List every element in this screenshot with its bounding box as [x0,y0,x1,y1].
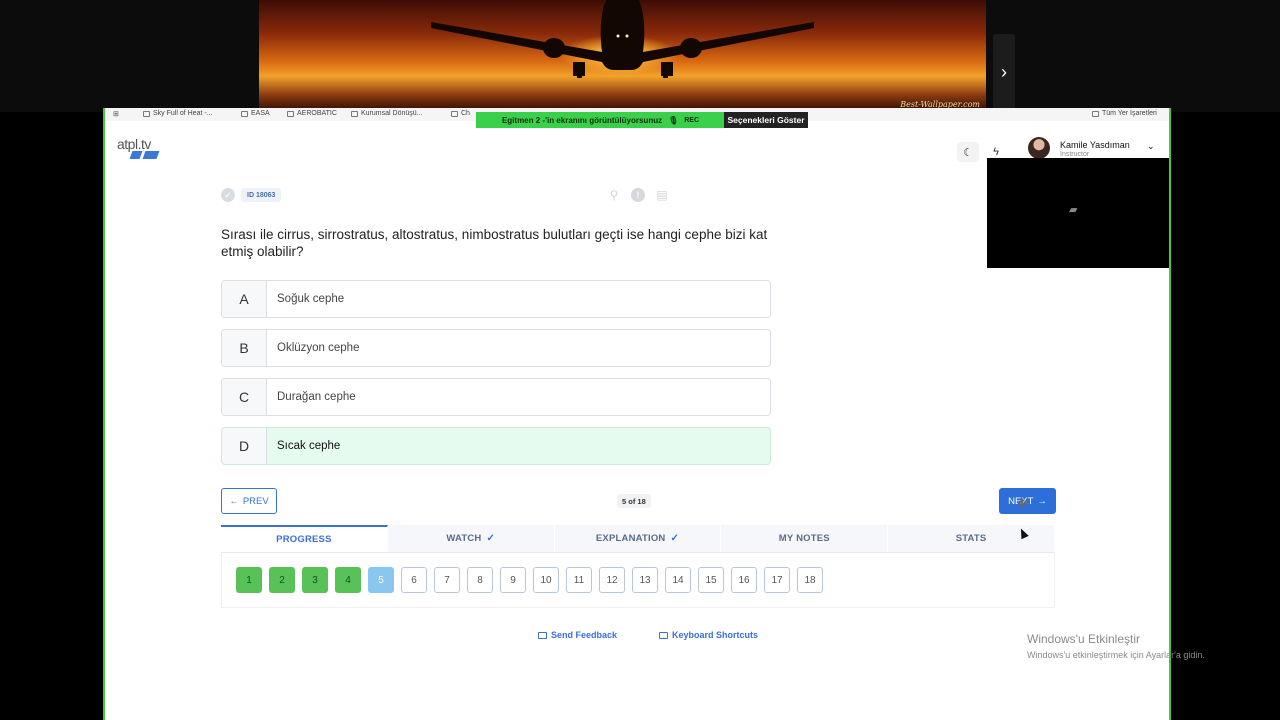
screen-share-topbar: Best-Wallpaper.com › [0,0,1280,112]
tab-my-notes[interactable]: MY NOTES [721,525,889,552]
rec-indicator: REC [684,116,700,124]
question-number-button[interactable]: 10 [533,567,559,593]
wallpaper-image: Best-Wallpaper.com [259,0,986,112]
question-number-button[interactable]: 15 [698,567,724,593]
screen: Best-Wallpaper.com › ⊞ Sky Full of Heat … [0,0,1280,720]
question-number-button[interactable]: 16 [731,567,757,593]
mic-icon: 🎙 [668,115,679,125]
question-number-button[interactable]: 1 [236,567,262,593]
check-circle-icon: ✓ [221,188,235,202]
moon-icon[interactable]: ☾ [957,142,979,162]
bookmark-item[interactable]: EASA [241,110,270,117]
webcam-video: ▰ [987,158,1169,268]
chevron-down-icon[interactable]: ⌄ [1147,141,1155,152]
avatar[interactable] [1028,137,1050,159]
report-icon[interactable]: ! [631,188,645,202]
folder-icon [241,110,248,117]
browser-frame: ⊞ Sky Full of Heat -... EASA AEROBATIC K… [103,108,1171,720]
folder-icon [287,110,294,117]
option-letter: D [222,428,267,464]
folder-icon [351,110,358,117]
prev-button[interactable]: ← PREV [221,488,277,514]
question-number-button[interactable]: 18 [797,567,823,593]
option-letter: C [222,379,267,415]
screen-share-banner: Egitmen 2 -'in ekranını görüntülüyorsunu… [476,112,725,128]
page-icon [143,110,150,117]
airplane-silhouette-icon [431,0,814,78]
question-number-button[interactable]: 8 [467,567,493,593]
question-number-button[interactable]: 17 [764,567,790,593]
option-text: Oklüzyon cephe [277,342,360,354]
apps-icon[interactable]: ⊞ [113,110,119,118]
question-text: Sırası ile cirrus, sirrostratus, altostr… [221,227,768,259]
question-progress-grid: 1 2 3 4 5 6 7 8 9 10 11 12 13 14 15 16 17 18 [221,553,1055,608]
arrow-right-icon: → [1037,495,1047,507]
bookmark-item[interactable]: AEROBATIC [287,110,337,117]
move-cursor-icon: ✥ [1017,496,1028,511]
answer-option-a[interactable]: A Soğuk cephe [221,280,771,318]
windows-activation-watermark: Windows'u Etkinleştir Windows'u etkinleş… [1027,632,1205,660]
folder-icon [1092,110,1099,117]
keyboard-shortcuts-link[interactable]: Keyboard Shortcuts [659,630,758,640]
arrow-left-icon: ← [229,495,239,507]
option-text: Durağan cephe [277,391,356,403]
feedback-icon [538,631,547,639]
question-number-button[interactable]: 12 [599,567,625,593]
bookmark-item[interactable]: Sky Full of Heat -... [143,110,213,117]
question-number-button[interactable]: 13 [632,567,658,593]
tab-progress[interactable]: PROGRESS [221,525,388,552]
question-number-button[interactable]: 14 [665,567,691,593]
question-number-button[interactable]: 7 [434,567,460,593]
send-feedback-link[interactable]: Send Feedback [538,630,617,640]
globe-icon [451,110,458,117]
question-number-button[interactable]: 4 [335,567,361,593]
question-number-button[interactable]: 11 [566,567,592,593]
option-letter: A [222,281,267,317]
option-letter: B [222,330,267,366]
option-text: Soğuk cephe [277,293,345,305]
app-logo[interactable]: atpl.tv [117,136,160,159]
bookmark-item[interactable]: Kurumsal Dönüşü... [351,110,422,117]
question-number-button[interactable]: 5 [368,567,394,593]
question-counter: 5 of 18 [617,494,651,508]
answer-option-c[interactable]: C Durağan cephe [221,378,771,416]
question-number-button[interactable]: 2 [269,567,295,593]
answer-option-d[interactable]: D Sıcak cephe [221,427,771,465]
check-icon: ✓ [670,533,680,544]
bookmark-item-all[interactable]: Tüm Yer İşaretleri [1092,110,1157,117]
flag-icon[interactable]: ▤ [655,188,669,202]
keyboard-icon [659,631,668,639]
question-number-button[interactable]: 6 [401,567,427,593]
question-id-badge: ID 18063 [241,188,282,202]
tab-bar: PROGRESS WATCH ✓ EXPLANATION ✓ MY NOTES ST… [221,525,1055,553]
camera-off-icon: ▰ [1069,204,1078,216]
user-name: Kamile Yasdıman [1060,140,1130,150]
tab-watch[interactable]: WATCH ✓ [388,525,555,552]
question-number-button[interactable]: 9 [500,567,526,593]
user-role: Instructor [1060,151,1090,158]
show-options-button[interactable]: Seçenekleri Göster [724,112,808,128]
bookmark-item[interactable]: Ch [451,110,470,117]
chevron-right-icon[interactable]: › [993,34,1015,110]
question-number-button[interactable]: 3 [302,567,328,593]
tab-explanation[interactable]: EXPLANATION ✓ [555,525,722,552]
check-icon: ✓ [486,533,496,544]
tab-stats[interactable]: STATS [888,525,1055,552]
answer-option-b[interactable]: B Oklüzyon cephe [221,329,771,367]
pin-icon[interactable]: ⚲ [607,188,621,202]
option-text: Sıcak cephe [277,440,341,452]
